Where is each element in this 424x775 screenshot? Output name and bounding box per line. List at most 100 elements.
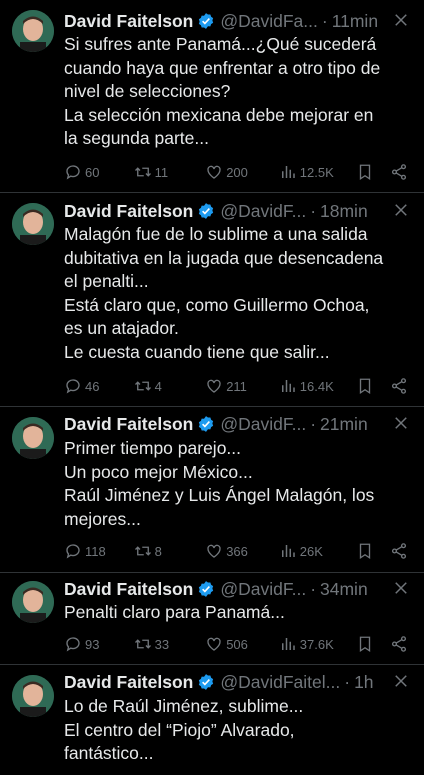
more-options-icon[interactable]	[392, 672, 410, 690]
views-icon	[281, 545, 295, 557]
author-name[interactable]: David Faitelson	[64, 11, 193, 32]
reply-icon	[66, 379, 80, 394]
retweet-icon	[134, 167, 151, 177]
share-button[interactable]	[390, 542, 410, 560]
verified-badge-icon	[199, 674, 214, 690]
bookmark-icon	[360, 378, 371, 395]
tweet-line: Lo de Raúl Jiménez, sublime...	[64, 696, 304, 716]
timestamp[interactable]: 11min	[332, 11, 378, 32]
author-name[interactable]: David Faitelson	[64, 672, 193, 693]
tweet-text: Lo de Raúl Jiménez, sublime... El centro…	[64, 695, 410, 766]
retweet-count: 33	[154, 636, 170, 652]
verified-badge-icon	[199, 203, 214, 219]
like-icon	[207, 544, 221, 558]
tweet[interactable]: David Faitelson @DavidFaitel... · 1h Lo …	[0, 665, 424, 775]
like-button[interactable]: 506	[205, 635, 279, 653]
tweet-text: Malagón fue de lo sublime a una salida d…	[64, 223, 410, 364]
share-button[interactable]	[390, 377, 410, 395]
tweet[interactable]: David Faitelson @DavidFa... · 11min Si s…	[0, 0, 424, 193]
avatar[interactable]	[12, 581, 54, 623]
tweet-line: Un poco mejor México...	[64, 461, 253, 482]
avatar[interactable]	[12, 203, 54, 245]
like-count: 506	[226, 636, 248, 652]
tweet-line: la segunda parte...	[64, 128, 209, 148]
bookmark-button[interactable]	[356, 542, 390, 560]
tweet-line: Si sufres ante Panamá...¿Qué sucederá	[64, 34, 377, 54]
timeline-feed: David Faitelson @DavidFa... · 11min Si s…	[0, 0, 424, 775]
retweet-count: 11	[154, 164, 169, 180]
more-options-icon[interactable]	[392, 201, 410, 219]
reply-icon	[66, 544, 80, 559]
author-handle[interactable]: @DavidF...	[220, 579, 306, 600]
retweet-button[interactable]: 8	[134, 542, 206, 560]
avatar[interactable]	[12, 417, 54, 459]
views-button[interactable]: 12.5K	[279, 163, 357, 181]
tweet[interactable]: David Faitelson @DavidF... · 34min Penal…	[0, 573, 424, 665]
more-options-icon[interactable]	[392, 579, 410, 597]
more-options-icon[interactable]	[392, 11, 410, 29]
retweet-button[interactable]: 11	[134, 163, 206, 181]
reply-button[interactable]: 93	[64, 635, 134, 653]
share-icon	[392, 543, 407, 559]
author-name[interactable]: David Faitelson	[64, 579, 193, 600]
views-count: 12.5K	[299, 164, 334, 180]
bookmark-button[interactable]	[356, 163, 390, 181]
author-handle[interactable]: @DavidFa...	[220, 11, 318, 32]
timestamp[interactable]: 21min	[320, 414, 368, 435]
separator: ·	[310, 578, 317, 599]
tweet-actions: 60 11 200 12.5K	[64, 161, 410, 183]
verified-badge-icon	[199, 581, 214, 597]
retweet-icon	[134, 381, 151, 391]
bookmark-icon	[360, 164, 371, 181]
reply-icon	[66, 637, 80, 652]
like-count: 200	[226, 164, 248, 180]
views-button[interactable]: 16.4K	[279, 377, 357, 395]
bookmark-icon	[360, 543, 371, 560]
timestamp[interactable]: 18min	[320, 201, 368, 222]
reply-button[interactable]: 46	[64, 377, 134, 395]
verified-badge-icon	[199, 13, 214, 29]
author-handle[interactable]: @DavidFaitel...	[220, 672, 340, 693]
separator: ·	[344, 671, 351, 692]
tweet[interactable]: David Faitelson @DavidF... · 21min Prime…	[0, 407, 424, 573]
tweet-line: nivel de selecciones?	[64, 81, 231, 101]
reply-button[interactable]: 118	[64, 542, 134, 560]
like-icon	[207, 165, 221, 179]
tweet-line: Raúl Jiménez y Luis Ángel Malagón, los	[64, 485, 375, 505]
like-button[interactable]: 211	[205, 377, 279, 395]
reply-count: 118	[85, 543, 106, 559]
separator: ·	[310, 413, 317, 434]
avatar[interactable]	[12, 10, 54, 52]
timestamp[interactable]: 34min	[320, 579, 368, 600]
author-handle[interactable]: @DavidF...	[220, 414, 306, 435]
tweet[interactable]: David Faitelson @DavidF... · 18min Malag…	[0, 193, 424, 407]
tweet-line: Está claro que, como Guillermo Ochoa,	[64, 294, 370, 315]
more-options-icon[interactable]	[392, 414, 410, 432]
like-button[interactable]: 366	[205, 542, 279, 560]
bookmark-button[interactable]	[356, 635, 390, 653]
retweet-button[interactable]: 33	[134, 635, 206, 653]
tweet-actions: 93 33 506 37.6K	[64, 633, 410, 655]
tweet-text: Si sufres ante Panamá...¿Qué sucederá cu…	[64, 33, 410, 151]
tweet-text: Penalti claro para Panamá...	[64, 601, 410, 625]
views-button[interactable]: 26K	[279, 542, 357, 560]
share-button[interactable]	[390, 163, 410, 181]
share-button[interactable]	[390, 635, 410, 653]
author-handle[interactable]: @DavidF...	[220, 201, 306, 222]
bookmark-button[interactable]	[356, 377, 390, 395]
tweet-line: el penalti...	[64, 271, 149, 291]
tweet-line: La selección mexicana debe mejorar en	[64, 104, 374, 125]
tweet-line: fantástico...	[64, 743, 154, 763]
like-button[interactable]: 200	[205, 163, 279, 181]
views-icon	[281, 166, 295, 178]
retweet-button[interactable]: 4	[134, 377, 206, 395]
reply-button[interactable]: 60	[64, 163, 134, 181]
author-name[interactable]: David Faitelson	[64, 201, 193, 222]
views-button[interactable]: 37.6K	[279, 635, 357, 653]
author-name[interactable]: David Faitelson	[64, 414, 193, 435]
tweet-line: es un atajador.	[64, 318, 179, 338]
avatar[interactable]	[12, 675, 54, 717]
views-icon	[281, 380, 295, 392]
timestamp[interactable]: 1h	[354, 672, 373, 693]
tweet-text: Primer tiempo parejo... Un poco mejor Mé…	[64, 437, 410, 531]
